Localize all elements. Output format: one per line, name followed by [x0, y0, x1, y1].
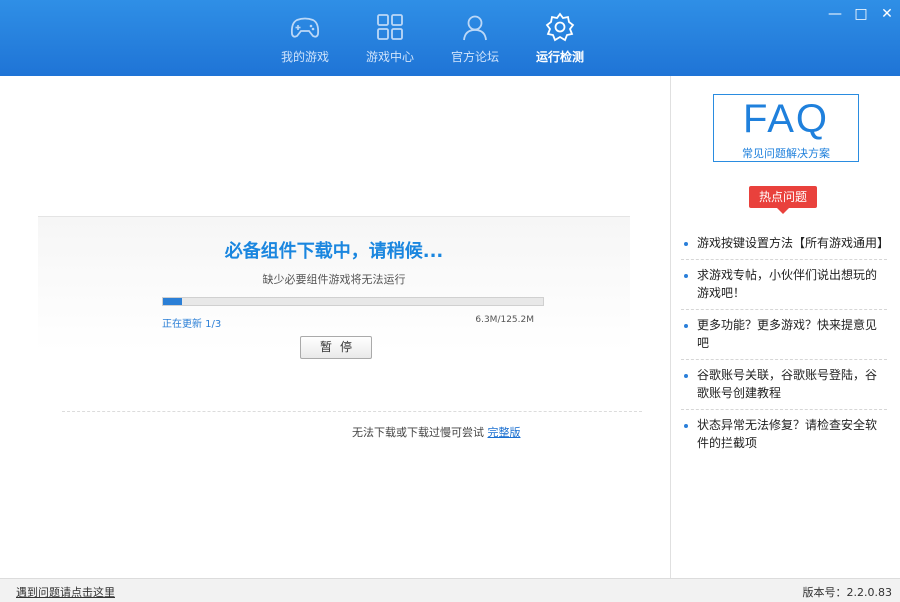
progress-size: 6.3M/125.2M: [475, 315, 534, 325]
alternative-download: 无法下载或下载过慢可尝试 完整版: [352, 424, 521, 440]
hot-topic-item[interactable]: 游戏按键设置方法【所有游戏通用】: [681, 228, 889, 260]
faq-subtitle: 常见问题解决方案: [742, 147, 830, 160]
download-card: 必备组件下载中，请稍候... 缺少必要组件游戏将无法运行 正在更新 1/3 6.…: [38, 216, 642, 486]
nav-game-center[interactable]: 游戏中心: [345, 12, 435, 65]
minimize-button[interactable]: —: [826, 6, 844, 22]
nav-label: 我的游戏: [280, 50, 329, 64]
hot-topics-label: 热点问题: [758, 190, 807, 204]
divider: [62, 411, 642, 412]
hot-topic-item[interactable]: 谷歌账号关联，谷歌账号登陆，谷歌账号创建教程: [681, 360, 887, 410]
title-bar: 我的游戏 游戏中心 官方论坛 运行检测 — □ ✕: [0, 0, 900, 76]
progress-fill: [163, 298, 182, 305]
hot-topic-item[interactable]: 更多功能？更多游戏？快来提意见吧: [681, 310, 887, 360]
nav-label: 官方论坛: [450, 50, 499, 64]
hot-topic-item[interactable]: 求游戏专帖，小伙伴们说出想玩的游戏吧！: [681, 260, 887, 310]
maximize-button[interactable]: □: [852, 6, 870, 22]
gamepad-icon: [290, 12, 320, 42]
faq-title: FAQ: [742, 97, 830, 141]
user-icon: [460, 12, 490, 42]
nav-run-check[interactable]: 运行检测: [515, 12, 605, 65]
alternative-text: 无法下载或下载过慢可尝试: [352, 426, 484, 439]
grid-icon: [375, 12, 405, 42]
hot-topics-list: 游戏按键设置方法【所有游戏通用】 求游戏专帖，小伙伴们说出想玩的游戏吧！ 更多功…: [681, 228, 889, 459]
nav-label: 运行检测: [535, 50, 584, 64]
progress-status: 正在更新 1/3: [162, 319, 222, 330]
nav-label: 游戏中心: [365, 50, 414, 64]
close-button[interactable]: ✕: [878, 6, 896, 22]
bullet-icon: [684, 274, 688, 278]
main-panel: 必备组件下载中，请稍候... 缺少必要组件游戏将无法运行 正在更新 1/3 6.…: [0, 76, 670, 578]
nav-forum[interactable]: 官方论坛: [430, 12, 520, 65]
download-subtitle: 缺少必要组件游戏将无法运行: [262, 273, 406, 286]
nav-my-games[interactable]: 我的游戏: [260, 12, 350, 65]
download-progress-bar: [162, 297, 544, 306]
bullet-icon: [684, 424, 688, 428]
status-bar: 遇到问题请点击这里 版本号：2.2.0.83: [0, 578, 900, 602]
bullet-icon: [684, 374, 688, 378]
pause-button[interactable]: 暂停: [300, 336, 372, 359]
download-title: 必备组件下载中，请稍候...: [224, 241, 444, 262]
bullet-icon: [684, 324, 688, 328]
bullet-icon: [684, 242, 688, 246]
hot-topic-item[interactable]: 状态异常无法修复？请检查安全软件的拦截项: [681, 410, 887, 459]
hot-topics-tag: 热点问题: [749, 186, 817, 214]
gear-icon: [545, 12, 575, 42]
version-label: 版本号：2.2.0.83: [802, 586, 892, 599]
sidebar: FAQ 常见问题解决方案 热点问题 游戏按键设置方法【所有游戏通用】 求游戏专帖…: [670, 76, 900, 578]
help-link[interactable]: 遇到问题请点击这里: [16, 584, 115, 600]
full-version-link[interactable]: 完整版: [488, 426, 521, 439]
faq-banner[interactable]: FAQ 常见问题解决方案: [713, 94, 859, 162]
